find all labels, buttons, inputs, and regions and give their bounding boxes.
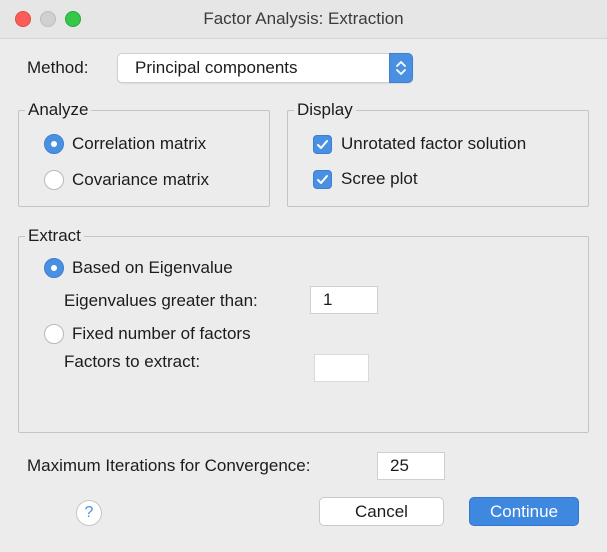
extract-legend: Extract <box>25 226 84 246</box>
scree-plot-label[interactable]: Scree plot <box>341 169 418 189</box>
max-iterations-label: Maximum Iterations for Convergence: <box>27 456 311 475</box>
based-on-eigenvalue-radio[interactable] <box>44 258 64 278</box>
continue-button[interactable]: Continue <box>469 497 579 526</box>
window-title: Factor Analysis: Extraction <box>203 9 404 28</box>
cancel-button[interactable]: Cancel <box>319 497 444 526</box>
scree-plot-checkbox[interactable] <box>313 170 332 189</box>
correlation-matrix-radio[interactable] <box>44 134 64 154</box>
covariance-matrix-radio[interactable] <box>44 170 64 190</box>
covariance-matrix-label[interactable]: Covariance matrix <box>72 170 209 190</box>
unrotated-solution-checkbox[interactable] <box>313 135 332 154</box>
method-label: Method: <box>27 58 89 77</box>
method-select[interactable]: Principal components <box>117 53 413 83</box>
based-on-eigenvalue-label[interactable]: Based on Eigenvalue <box>72 258 233 278</box>
title-bar: Factor Analysis: Extraction <box>0 0 607 39</box>
eigenvalues-greater-than-label: Eigenvalues greater than: <box>64 291 258 310</box>
checkmark-icon <box>317 175 328 184</box>
chevron-up-down-icon <box>389 53 413 83</box>
factors-to-extract-label: Factors to extract: <box>64 352 201 371</box>
analyze-group <box>18 110 270 207</box>
eigenvalue-threshold-field[interactable]: 1 <box>310 286 378 314</box>
display-group <box>287 110 589 207</box>
fixed-number-of-factors-label[interactable]: Fixed number of factors <box>72 324 251 344</box>
analyze-legend: Analyze <box>25 100 92 120</box>
unrotated-solution-label[interactable]: Unrotated factor solution <box>341 134 526 154</box>
factors-to-extract-field[interactable] <box>314 354 369 382</box>
checkmark-icon <box>317 140 328 149</box>
help-button[interactable]: ? <box>76 500 102 526</box>
display-legend: Display <box>294 100 356 120</box>
fixed-number-of-factors-radio[interactable] <box>44 324 64 344</box>
correlation-matrix-label[interactable]: Correlation matrix <box>72 134 206 154</box>
method-selected-value: Principal components <box>135 58 298 77</box>
max-iterations-field[interactable]: 25 <box>377 452 445 480</box>
